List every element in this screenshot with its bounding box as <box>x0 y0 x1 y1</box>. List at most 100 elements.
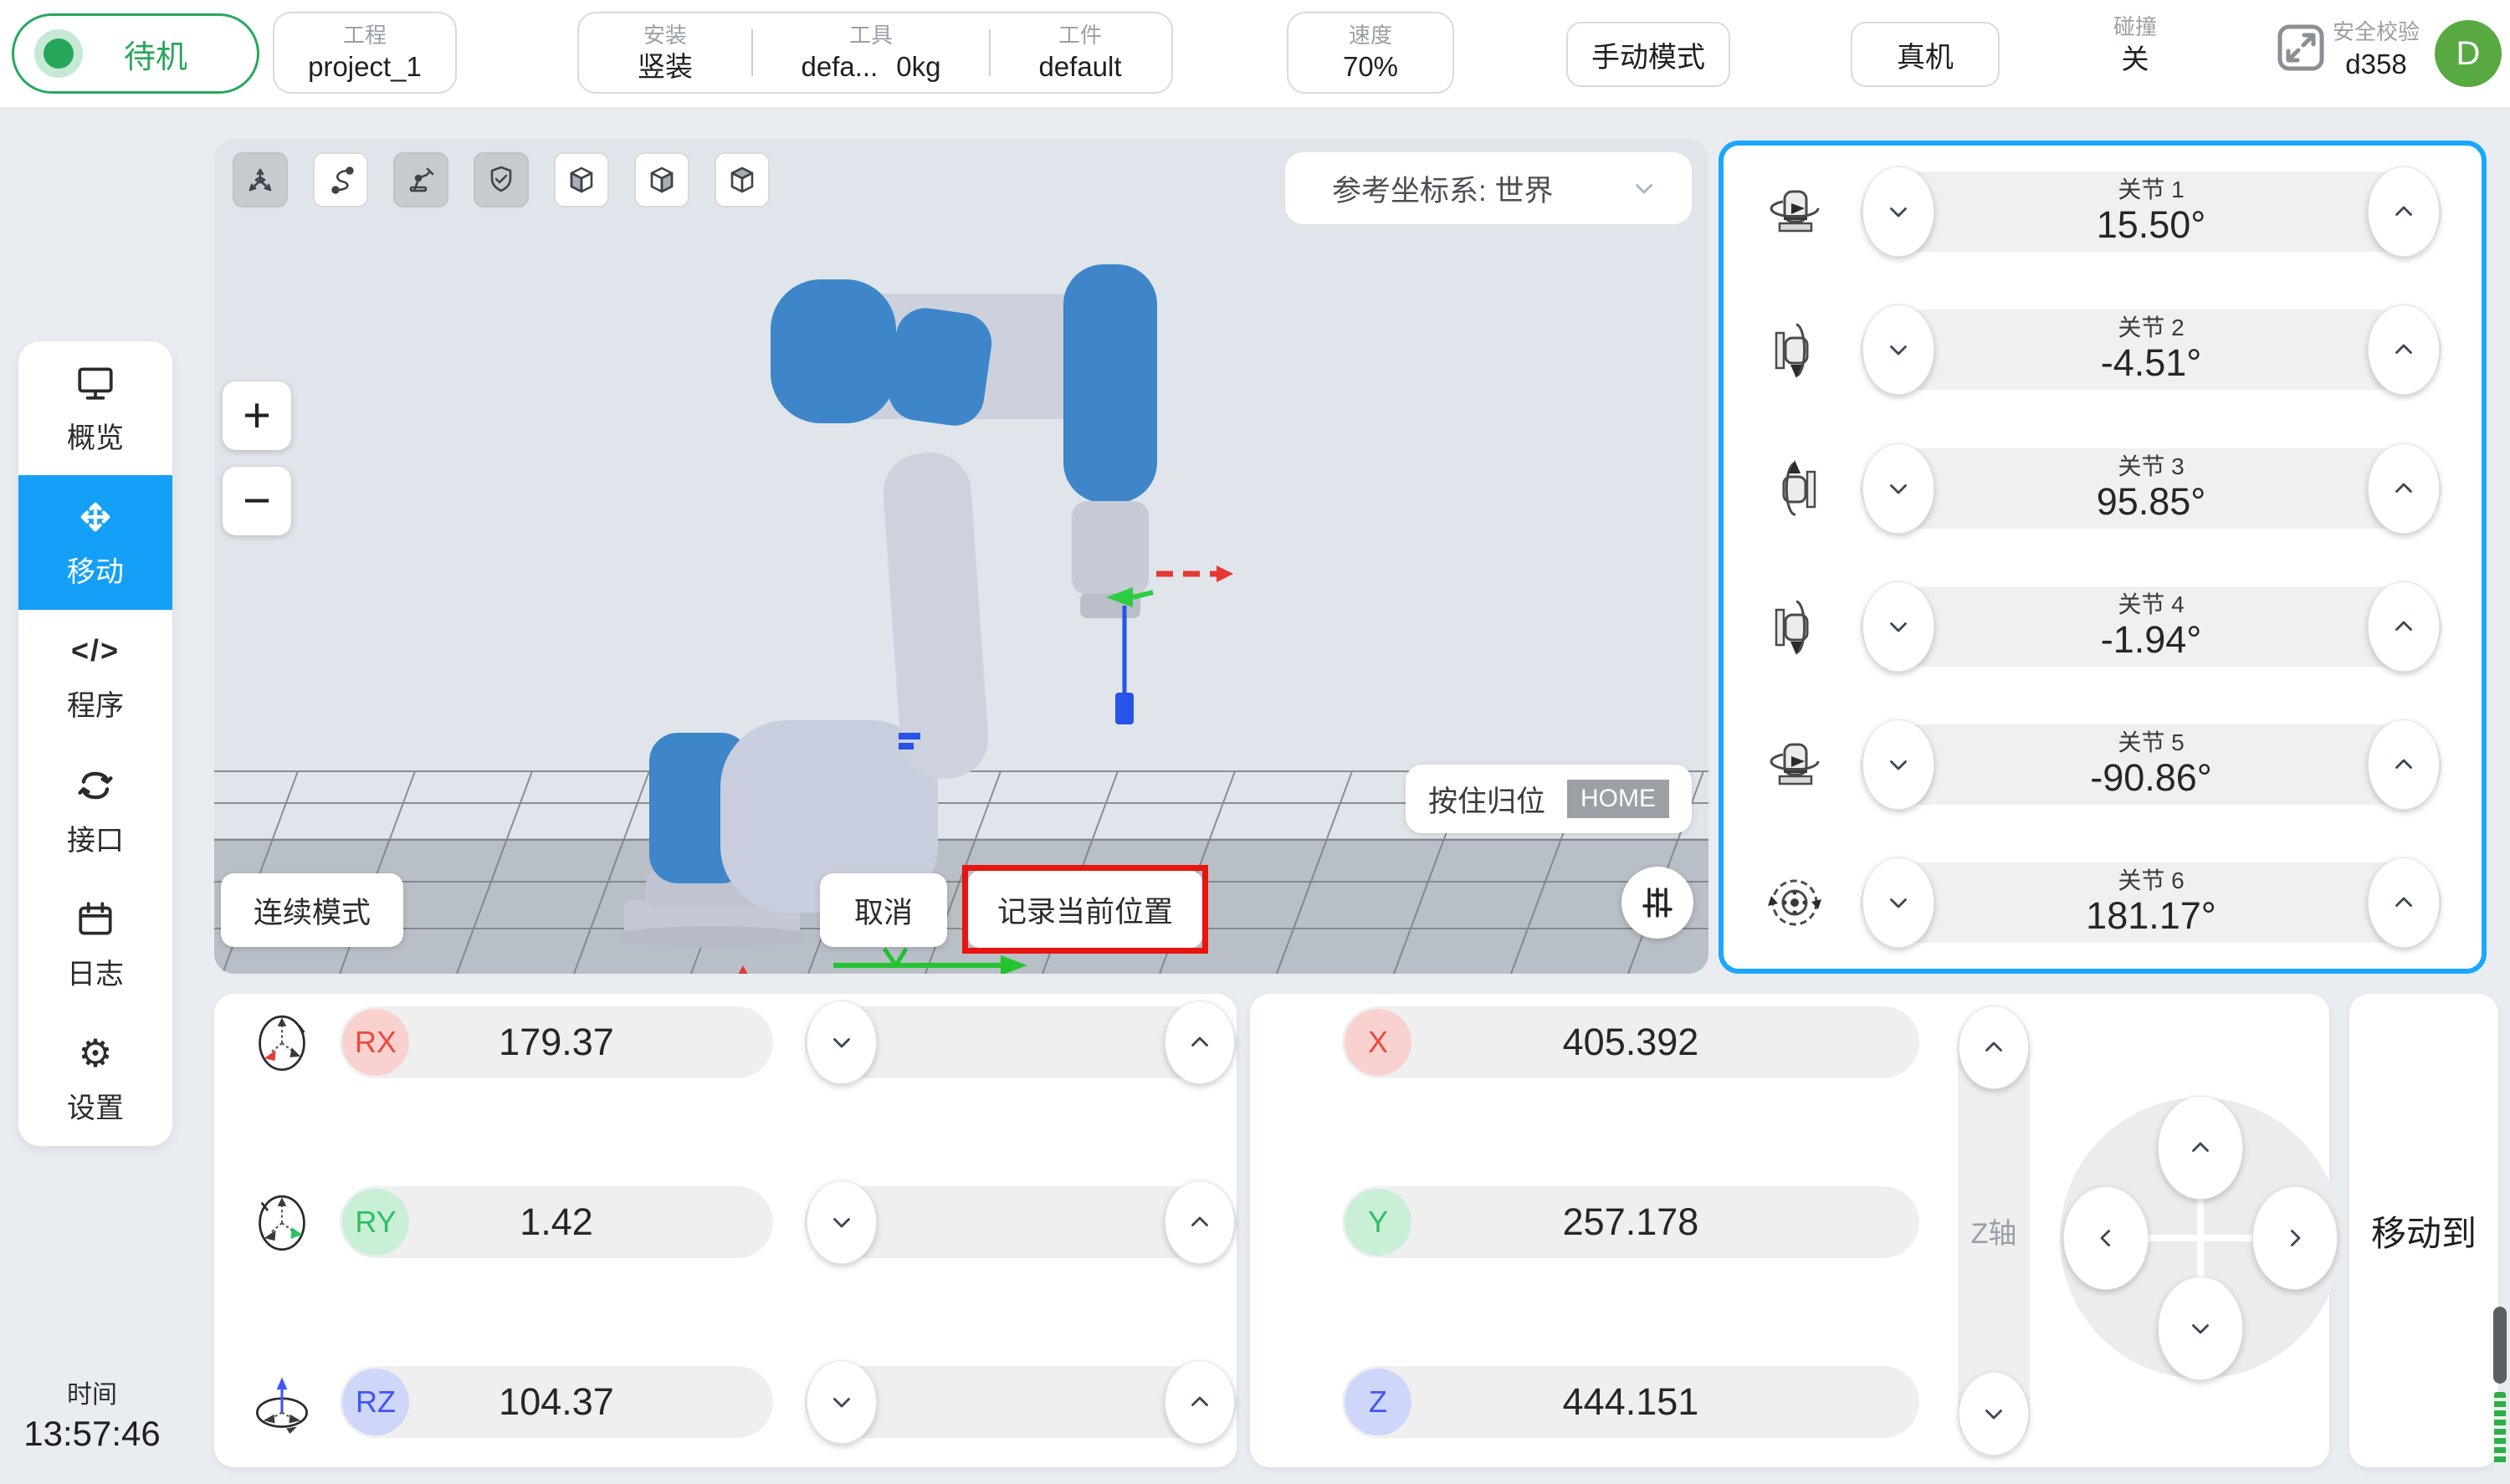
x-value-display[interactable]: X 405.392 <box>1342 1006 1919 1078</box>
rotate-yaw-icon <box>1757 171 1832 252</box>
speed-button[interactable]: 速度 70% <box>1287 12 1454 94</box>
safety-check[interactable]: 安全校验 d358 <box>2276 20 2420 79</box>
safety-label: 安全校验 <box>2333 20 2420 44</box>
rz-decrease-button[interactable] <box>807 1360 877 1444</box>
rx-value-display[interactable]: RX 179.37 <box>340 1006 773 1078</box>
monitor-icon <box>74 361 116 405</box>
project-button[interactable]: 工程 project_1 <box>273 12 457 94</box>
robot-arm-icon[interactable] <box>393 152 448 207</box>
move-to-button[interactable]: 移动到 <box>2349 994 2498 1467</box>
joint-label: 关节 1 <box>2118 177 2184 203</box>
cancel-button[interactable]: 取消 <box>820 873 947 947</box>
y-value-display[interactable]: Y 257.178 <box>1342 1186 1919 1258</box>
sidebar-item-log[interactable]: 日志 <box>18 878 172 1011</box>
jog-right-button[interactable] <box>2252 1186 2338 1290</box>
real-machine-button[interactable]: 真机 <box>1851 22 2000 87</box>
position-jog-card: X 405.392 Y 257.178 Z 444.151 Z轴 <box>1250 994 2329 1467</box>
mount-button[interactable]: 安装 竖装 <box>579 13 751 92</box>
joint-4-decrease-button[interactable] <box>1862 581 1934 672</box>
joint-6-increase-button[interactable] <box>2368 857 2440 948</box>
joint-value: -4.51° <box>2101 341 2202 385</box>
sidebar-item-label: 移动 <box>67 549 124 590</box>
joint-label: 关节 4 <box>2118 592 2184 618</box>
collision-status[interactable]: 碰撞 关 <box>2052 15 2219 74</box>
tool-label: 工具 <box>849 23 893 48</box>
jog-down-button[interactable] <box>2158 1277 2243 1380</box>
path-curve-icon[interactable] <box>313 152 368 207</box>
joint-6-decrease-button[interactable] <box>1862 857 1934 948</box>
joint-6-display[interactable]: 关节 6 181.17° <box>1861 862 2441 943</box>
reference-frame-dropdown[interactable]: 参考坐标系: 世界 <box>1285 152 1692 224</box>
z-axis-up-button[interactable] <box>1959 1006 2029 1089</box>
joint-5-decrease-button[interactable] <box>1862 719 1934 810</box>
home-label: 按住归位 <box>1428 778 1545 821</box>
joint-1-decrease-button[interactable] <box>1862 166 1934 257</box>
z-value-display[interactable]: Z 444.151 <box>1342 1366 1919 1438</box>
viewport-3d[interactable]: 参考坐标系: 世界 + − 按住归位 HOME 连续模式 取消 记录当前位置 <box>214 139 1708 974</box>
code-icon: </> <box>71 629 120 673</box>
sidebar-item-settings[interactable]: ⚙ 设置 <box>18 1012 172 1146</box>
joint-3-decrease-button[interactable] <box>1862 443 1934 534</box>
manual-mode-button[interactable]: 手动模式 <box>1566 22 1730 87</box>
sidebar-item-move[interactable]: 移动 <box>18 475 172 609</box>
ry-value-display[interactable]: RY 1.42 <box>340 1186 773 1258</box>
rz-value: 104.37 <box>340 1366 773 1438</box>
axis-tripod-icon[interactable] <box>233 152 288 207</box>
hold-to-home-button[interactable]: 按住归位 HOME <box>1406 765 1692 833</box>
home-key-badge: HOME <box>1567 780 1669 818</box>
joints-panel: 关节 1 15.50° 关节 2 -4.51° 关节 3 95.85° <box>1719 141 2487 974</box>
rz-value-display[interactable]: RZ 104.37 <box>340 1366 773 1438</box>
sidebar-item-label: 日志 <box>67 951 124 992</box>
jog-settings-button[interactable] <box>1621 867 1693 939</box>
move-icon <box>74 495 117 539</box>
rotate-pitch-icon <box>1757 310 1832 390</box>
sidebar-item-program[interactable]: </> 程序 <box>18 610 172 744</box>
workpiece-button[interactable]: 工件 default <box>991 13 1170 92</box>
sidebar-item-interface[interactable]: 接口 <box>18 744 172 878</box>
tool-button[interactable]: 工具 defa... 0kg <box>753 13 989 92</box>
joint-4-increase-button[interactable] <box>2368 581 2440 672</box>
user-avatar[interactable]: D <box>2435 20 2502 87</box>
joint-2-decrease-button[interactable] <box>1862 304 1934 395</box>
jog-up-button[interactable] <box>2158 1096 2243 1200</box>
rotate-y-icon <box>244 1183 320 1263</box>
status-label: 待机 <box>83 31 228 77</box>
clock: 时间 13:57:46 <box>8 1374 176 1454</box>
jog-left-button[interactable] <box>2063 1186 2149 1290</box>
cube-front-icon[interactable] <box>554 152 609 207</box>
shield-check-icon[interactable] <box>474 152 529 207</box>
z-axis-down-button[interactable] <box>1959 1372 2029 1456</box>
joint-2-increase-button[interactable] <box>2368 304 2440 395</box>
cube-top-icon[interactable] <box>715 152 770 207</box>
joint-1-increase-button[interactable] <box>2368 166 2440 257</box>
joint-3-increase-button[interactable] <box>2368 443 2440 534</box>
scrollbar-thumb[interactable] <box>2493 1307 2507 1384</box>
zoom-out-button[interactable]: − <box>223 467 291 535</box>
ry-increase-button[interactable] <box>1165 1180 1235 1264</box>
joint-5-display[interactable]: 关节 5 -90.86° <box>1861 724 2441 805</box>
joint-5-increase-button[interactable] <box>2368 719 2440 810</box>
ry-decrease-button[interactable] <box>807 1180 877 1264</box>
rz-increase-button[interactable] <box>1165 1360 1235 1444</box>
ry-value: 1.42 <box>340 1186 773 1258</box>
sidebar-item-label: 设置 <box>67 1085 124 1126</box>
robot-status-pill[interactable]: 待机 <box>12 13 259 94</box>
joint-2-display[interactable]: 关节 2 -4.51° <box>1861 310 2441 390</box>
joint-4-display[interactable]: 关节 4 -1.94° <box>1861 586 2441 667</box>
z-value: 444.151 <box>1342 1366 1919 1438</box>
cube-right-icon[interactable] <box>634 152 689 207</box>
record-current-position-button[interactable]: 记录当前位置 <box>968 871 1202 948</box>
project-value: project_1 <box>308 52 422 82</box>
joint-3-display[interactable]: 关节 3 95.85° <box>1861 448 2441 529</box>
rotate-z-icon <box>244 1363 320 1443</box>
rotate-pitch-icon <box>1757 448 1832 529</box>
viewport-toolbar <box>233 152 770 207</box>
zoom-in-button[interactable]: + <box>223 381 291 450</box>
rx-increase-button[interactable] <box>1165 1000 1235 1084</box>
rotate-yaw-icon <box>1757 724 1832 805</box>
rx-decrease-button[interactable] <box>807 1000 877 1084</box>
sidebar-item-overview[interactable]: 概览 <box>18 341 172 475</box>
status-dot-icon <box>34 29 83 78</box>
joint-1-display[interactable]: 关节 1 15.50° <box>1861 171 2441 252</box>
continuous-mode-button[interactable]: 连续模式 <box>221 873 403 947</box>
